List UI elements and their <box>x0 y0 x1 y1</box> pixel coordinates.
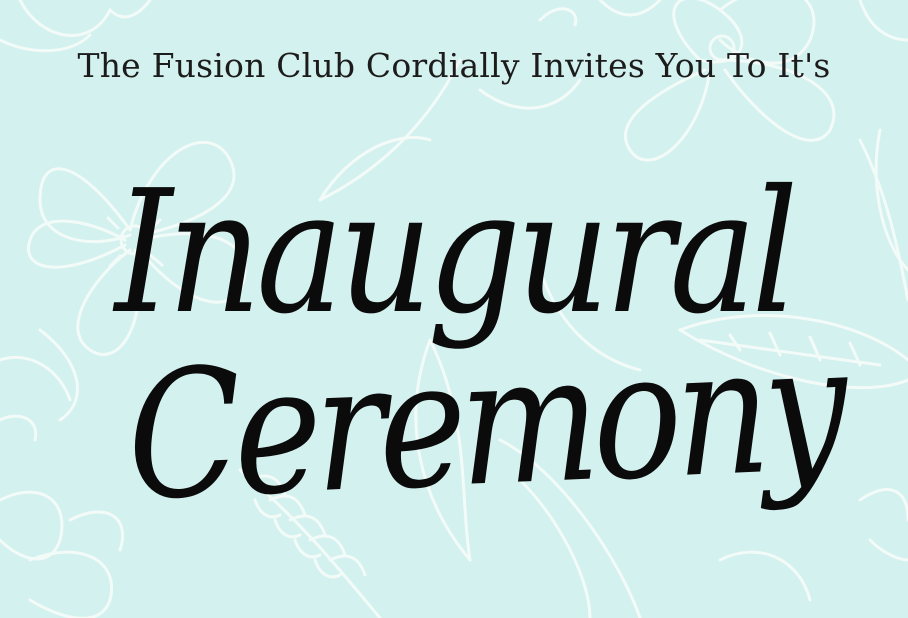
flower-top-left-icon <box>0 0 152 53</box>
title-word-ceremony: Ceremony <box>124 305 844 540</box>
invitation-line: The Fusion Club Cordially Invites You To… <box>77 46 831 85</box>
